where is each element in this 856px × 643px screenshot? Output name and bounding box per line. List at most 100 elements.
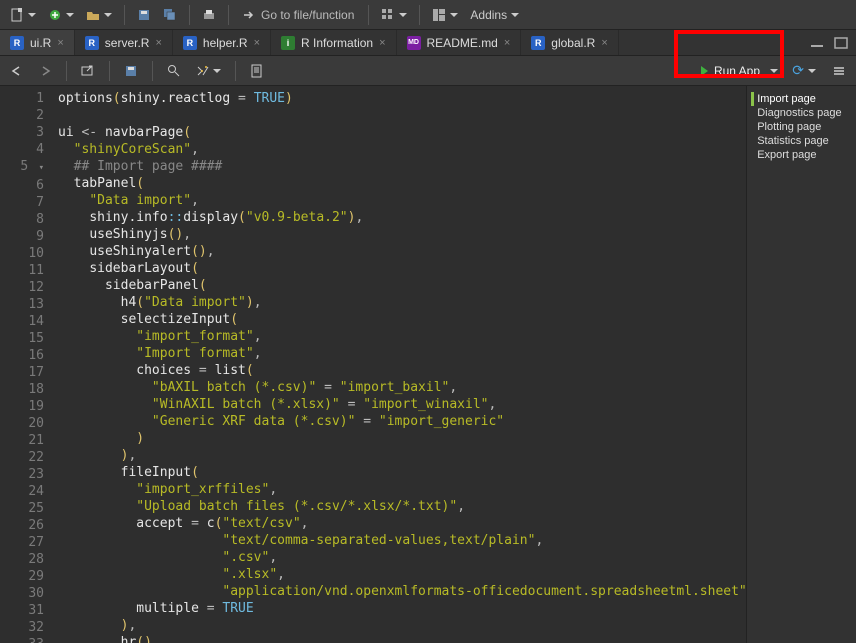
addins-label: Addins: [470, 8, 507, 22]
line-number: 17: [0, 364, 44, 381]
line-number: 23: [0, 466, 44, 483]
separator: [109, 61, 110, 81]
tools-grid-button[interactable]: [377, 4, 411, 26]
file-tab[interactable]: Rserver.R×: [75, 30, 173, 55]
code-line[interactable]: "bAXIL batch (*.csv)" = "import_baxil",: [58, 379, 746, 396]
code-line[interactable]: multiple = TRUE: [58, 600, 746, 617]
compile-report-button[interactable]: [246, 60, 268, 82]
new-file-button[interactable]: [6, 4, 40, 26]
run-app-dropdown-icon[interactable]: [766, 64, 778, 78]
code-line[interactable]: accept = c("text/csv",: [58, 515, 746, 532]
line-number: 15: [0, 330, 44, 347]
code-line[interactable]: useShinyalert(),: [58, 243, 746, 260]
forward-button[interactable]: [34, 60, 56, 82]
code-line[interactable]: h4("Data import"),: [58, 294, 746, 311]
addins-button[interactable]: Addins: [466, 4, 523, 26]
code-line[interactable]: ),: [58, 447, 746, 464]
outline-item[interactable]: Export page: [751, 148, 852, 162]
open-file-button[interactable]: [82, 4, 116, 26]
code-line[interactable]: hr(),: [58, 634, 746, 643]
outline-item[interactable]: Statistics page: [751, 134, 852, 148]
pane-layout-button[interactable]: [428, 4, 462, 26]
line-number: 29: [0, 568, 44, 585]
maximize-pane-icon[interactable]: [832, 35, 850, 51]
goto-file-function[interactable]: Go to file/function: [237, 8, 360, 22]
outline-item[interactable]: Diagnostics page: [751, 106, 852, 120]
minimize-pane-icon[interactable]: [808, 35, 826, 51]
code-line[interactable]: "text/comma-separated-values,text/plain"…: [58, 532, 746, 549]
file-tab[interactable]: Rglobal.R×: [521, 30, 618, 55]
separator: [189, 5, 190, 25]
code-line[interactable]: [58, 107, 746, 124]
document-outline-toggle[interactable]: [828, 60, 850, 82]
find-replace-button[interactable]: [163, 60, 185, 82]
close-tab-icon[interactable]: ×: [254, 37, 260, 49]
outline-item[interactable]: Plotting page: [751, 120, 852, 134]
code-line[interactable]: "application/vnd.openxmlformats-officedo…: [58, 583, 746, 600]
code-line[interactable]: ),: [58, 617, 746, 634]
close-tab-icon[interactable]: ×: [155, 37, 161, 49]
code-line[interactable]: choices = list(: [58, 362, 746, 379]
file-tab[interactable]: Rhelper.R×: [173, 30, 271, 55]
reload-app-button[interactable]: ⟳: [788, 60, 820, 82]
line-number: 25: [0, 500, 44, 517]
run-app-label: Run App: [714, 64, 760, 78]
code-line[interactable]: ".xlsx",: [58, 566, 746, 583]
code-line[interactable]: selectizeInput(: [58, 311, 746, 328]
line-number: 26: [0, 517, 44, 534]
code-line[interactable]: "Generic XRF data (*.csv)" = "import_gen…: [58, 413, 746, 430]
line-number: 1: [0, 90, 44, 107]
line-number: 13: [0, 296, 44, 313]
code-line[interactable]: ".csv",: [58, 549, 746, 566]
file-tab[interactable]: MDREADME.md×: [397, 30, 522, 55]
outline-item[interactable]: Import page: [751, 92, 852, 106]
code-line[interactable]: "Data import",: [58, 192, 746, 209]
code-line[interactable]: useShinyjs(),: [58, 226, 746, 243]
code-line[interactable]: "Upload batch files (*.csv/*.xlsx/*.txt)…: [58, 498, 746, 515]
save-button[interactable]: [133, 4, 155, 26]
editor-body: 12345 ▾678910111213141516171819202122232…: [0, 86, 856, 643]
code-line[interactable]: "import_xrffiles",: [58, 481, 746, 498]
line-number: 19: [0, 398, 44, 415]
run-app-button[interactable]: Run App: [693, 62, 786, 80]
code-line[interactable]: sidebarLayout(: [58, 260, 746, 277]
code-line[interactable]: "shinyCoreScan",: [58, 141, 746, 158]
save-all-button[interactable]: [159, 4, 181, 26]
close-tab-icon[interactable]: ×: [57, 37, 63, 49]
print-button[interactable]: [198, 4, 220, 26]
save-current-button[interactable]: [120, 60, 142, 82]
fold-indicator-icon[interactable]: ▾: [36, 160, 44, 177]
code-line[interactable]: ): [58, 430, 746, 447]
separator: [419, 5, 420, 25]
code-line[interactable]: ui <- navbarPage(: [58, 124, 746, 141]
file-tab-label: ui.R: [30, 36, 51, 50]
code-line[interactable]: tabPanel(: [58, 175, 746, 192]
code-line[interactable]: ## Import page ####: [58, 158, 746, 175]
close-tab-icon[interactable]: ×: [504, 37, 510, 49]
refresh-icon: ⟳: [792, 62, 804, 79]
close-tab-icon[interactable]: ×: [601, 37, 607, 49]
code-line[interactable]: options(shiny.reactlog = TRUE): [58, 90, 746, 107]
file-tab[interactable]: Rui.R ×: [0, 30, 75, 55]
file-tab-strip: Rui.R×Rserver.R×Rhelper.R×iR Information…: [0, 30, 856, 56]
code-line[interactable]: sidebarPanel(: [58, 277, 746, 294]
file-type-icon: R: [183, 36, 197, 50]
code-area[interactable]: options(shiny.reactlog = TRUE) ui <- nav…: [54, 86, 746, 643]
close-tab-icon[interactable]: ×: [379, 37, 385, 49]
line-number: 33: [0, 636, 44, 643]
code-line[interactable]: "import_format",: [58, 328, 746, 345]
code-line[interactable]: "Import format",: [58, 345, 746, 362]
code-line[interactable]: "WinAXIL batch (*.xlsx)" = "import_winax…: [58, 396, 746, 413]
code-line[interactable]: fileInput(: [58, 464, 746, 481]
code-line[interactable]: shiny.info::display("v0.9-beta.2"),: [58, 209, 746, 226]
back-button[interactable]: [6, 60, 28, 82]
line-number: 30: [0, 585, 44, 602]
code-editor[interactable]: 12345 ▾678910111213141516171819202122232…: [0, 86, 746, 643]
code-tools-button[interactable]: [191, 60, 225, 82]
file-tab-label: README.md: [427, 36, 498, 50]
new-project-button[interactable]: [44, 4, 78, 26]
show-in-new-window-button[interactable]: [77, 60, 99, 82]
file-tab[interactable]: iR Information×: [271, 30, 396, 55]
main-toolbar: Go to file/function Addins: [0, 0, 856, 30]
file-type-icon: R: [10, 36, 24, 50]
